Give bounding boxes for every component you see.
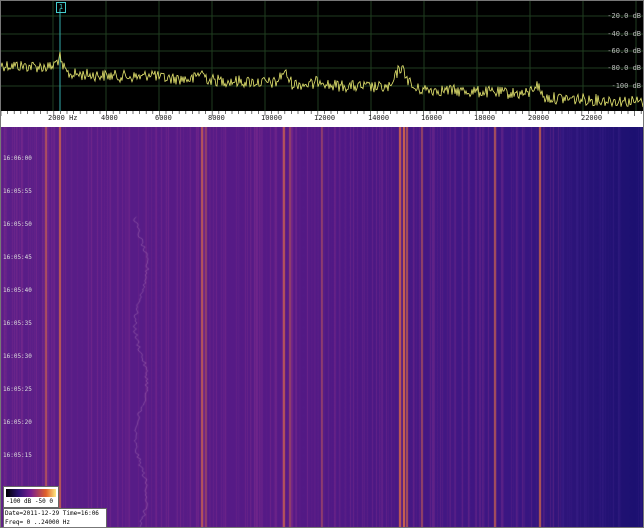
db-level-label: -100 dB [611, 82, 641, 90]
time-tick-label: 16:05:40 [3, 287, 32, 294]
frequency-tick-label: 4000 [101, 114, 118, 122]
frequency-tick-label: 12000 [314, 114, 336, 122]
frequency-tick-label: 6000 [155, 114, 172, 122]
time-tick-label: 16:05:45 [3, 254, 32, 261]
waterfall-canvas [1, 127, 643, 527]
time-tick-label: 16:05:25 [3, 386, 32, 393]
db-level-label: -40.0 dB [607, 30, 641, 38]
db-level-label: -20.0 dB [607, 12, 641, 20]
time-tick-label: 16:06:00 [3, 155, 32, 162]
time-tick-label: 16:05:50 [3, 221, 32, 228]
color-scale-legend: -100 dB -50 0 [3, 486, 59, 508]
date-time-text: Date=2011-12-29 Time=16:06 [5, 510, 99, 517]
frequency-tick-label: 14000 [368, 114, 390, 122]
frequency-tick-label: 20000 [528, 114, 550, 122]
time-tick-label: 16:05:20 [3, 419, 32, 426]
time-tick-label: 16:05:35 [3, 320, 32, 327]
frequency-tick-label: 16000 [421, 114, 443, 122]
color-scale-labels: -100 dB -50 0 [6, 498, 53, 505]
db-level-label: -80.0 dB [607, 64, 641, 72]
frequency-range-text: Freq= 0 ..24000 Hz [5, 519, 71, 526]
frequency-tick-label: 22000 [581, 114, 603, 122]
frequency-tick-label: 10000 [261, 114, 283, 122]
spectrum-trace [1, 51, 643, 108]
time-tick-label: 16:05:15 [3, 452, 32, 459]
spectrum-analyzer-window: 1 -20.0 dB -40.0 dB -60.0 dB -80.0 dB -100 d… [0, 0, 644, 528]
frequency-axis: 2000 Hz 4000 6000 8000 10000 12000 14000 16000 1… [1, 111, 643, 128]
frequency-tick-label: 8000 [208, 114, 225, 122]
time-tick-label: 16:05:55 [3, 188, 32, 195]
db-level-label: -60.0 dB [607, 47, 641, 55]
capture-info-box: Date=2011-12-29 Time=16:06 Freq= 0 ..240… [3, 508, 107, 527]
waterfall-display[interactable]: 16:06:00 16:05:55 16:05:50 16:05:45 16:05:40… [1, 127, 643, 527]
spectrum-grid [1, 1, 643, 111]
frequency-marker-badge[interactable]: 1 [56, 2, 66, 13]
color-gradient-bar [6, 489, 56, 497]
frequency-tick-label: 18000 [474, 114, 496, 122]
time-tick-label: 16:05:30 [3, 353, 32, 360]
frequency-tick-label: 2000 Hz [48, 114, 78, 122]
spectrum-plot[interactable] [1, 1, 644, 111]
